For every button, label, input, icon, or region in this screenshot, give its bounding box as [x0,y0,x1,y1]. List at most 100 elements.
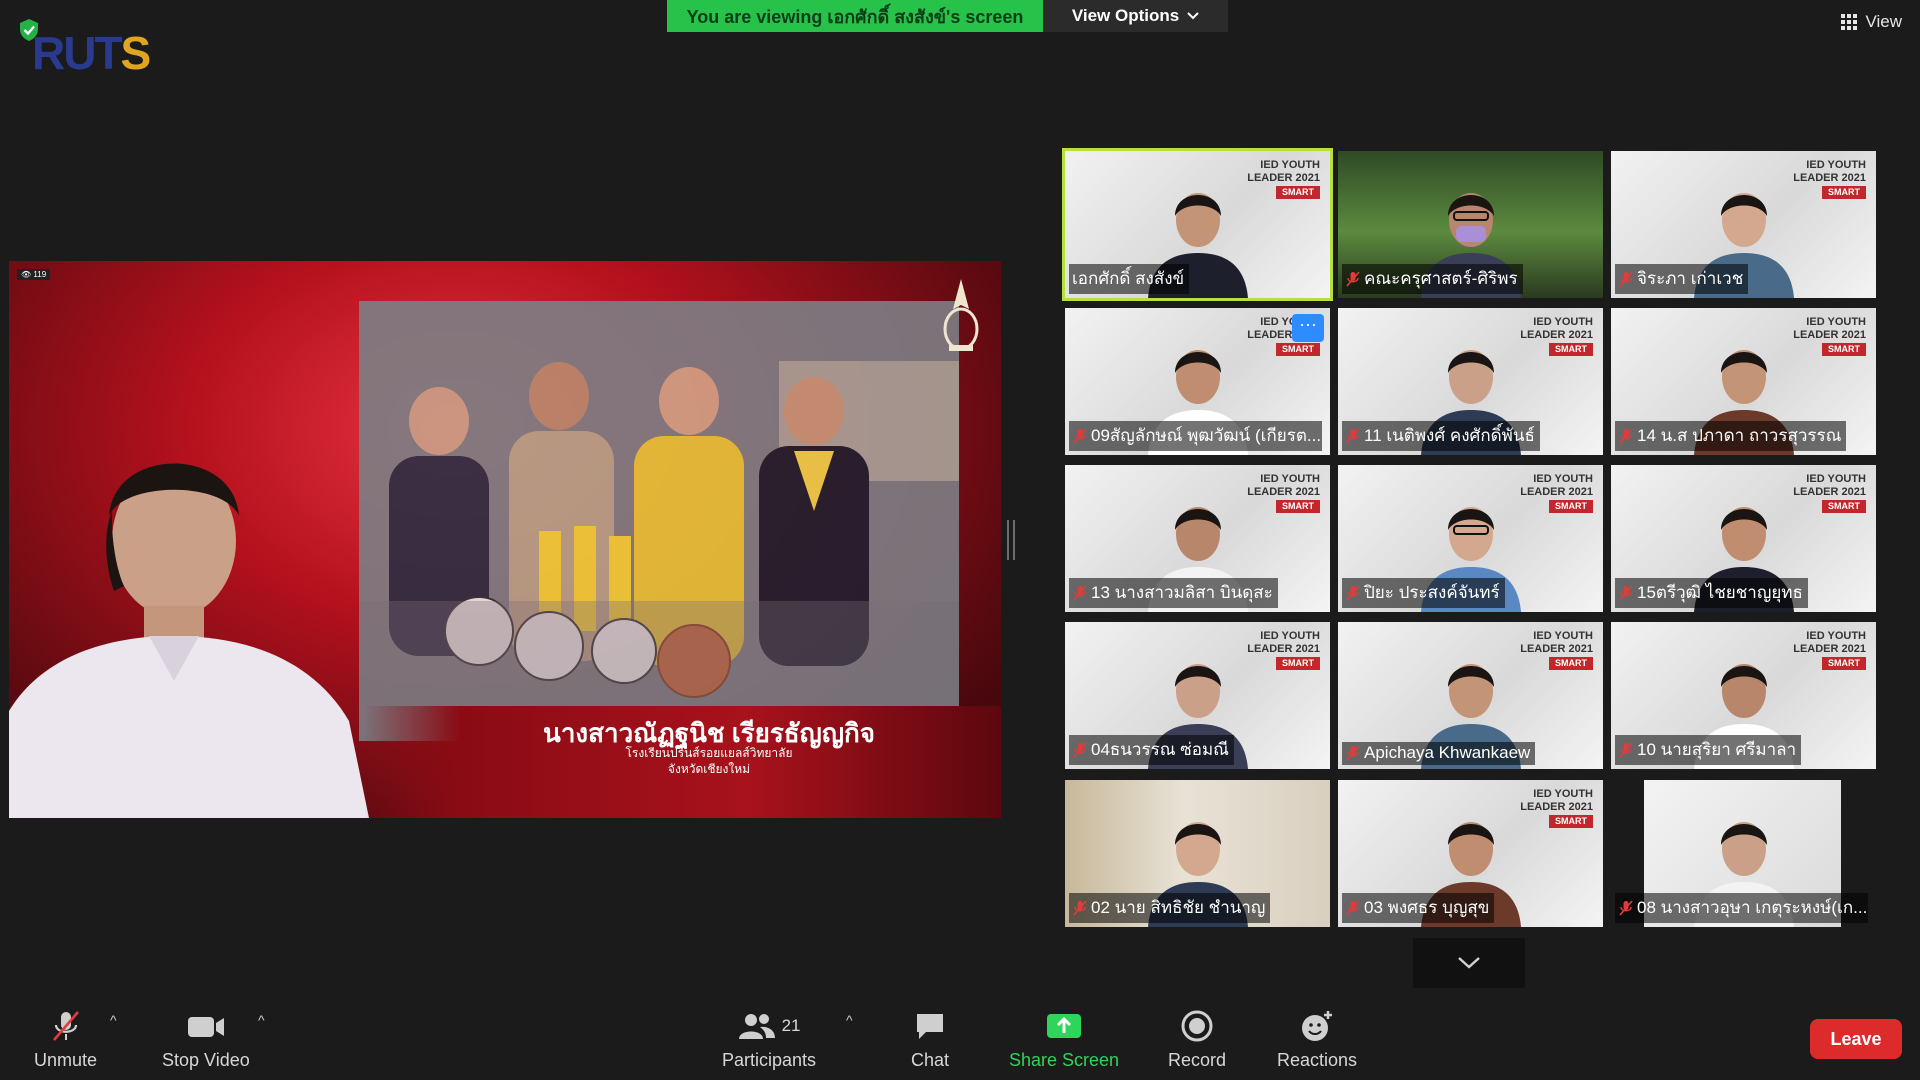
viewing-banner: You are viewing เอกศักดิ์ สงสังข์'s scre… [667,0,1043,32]
shared-screen: 👁 119 นางสาวณัฏฐนิช เรียรธัญญกิจ โรงเรีย… [9,261,1001,818]
participants-icon [738,1014,775,1039]
participant-tile[interactable]: คณะครุศาสตร์-ศิริพร [1338,151,1603,298]
microphone-muted-icon [1619,741,1633,758]
participant-tile[interactable]: IED YOUTH LEADER 2021 SMART เอกศักดิ์ สงสัง… [1062,148,1333,301]
microphone-muted-icon [1073,427,1087,444]
participant-tile[interactable]: 02 นาย สิทธิชัย ชำนาญ [1065,780,1330,927]
participant-name-label: 09สัญลักษณ์ พุฒวัฒน์ (เกียรต... [1069,421,1322,451]
audio-options-caret[interactable]: ^ [110,1012,117,1028]
participant-name: ปิยะ ประสงค์จันทร์ [1364,583,1500,602]
participant-name-label: จิระภา เก่าเวช [1615,264,1749,294]
view-options-label: View Options [1071,6,1180,25]
event-brand-smart: SMART [1276,186,1320,199]
microphone-muted-icon [1346,584,1360,601]
participants-button[interactable]: 21 Participants [722,1008,816,1071]
record-label: Record [1168,1050,1227,1070]
unmute-label: Unmute [34,1050,98,1070]
participant-tile[interactable]: IED YOUTH LEADER 2021 SMART 14 น.ส ปภาดา ถา… [1611,308,1876,455]
participant-name-label: 03 พงศธร บุญสุข [1342,893,1495,923]
microphone-muted-icon [1619,427,1633,444]
participants-count: 21 [781,1016,801,1035]
leave-button[interactable]: Leave [1810,1019,1902,1059]
participant-tile[interactable]: IED YOUTH LEADER 2021 SMART 11 เนติพงศ์ คงศ… [1338,308,1603,455]
participant-name-label: 11 เนติพงศ์ คงศักดิ์พันธ์ [1342,421,1540,451]
tile-more-options-button[interactable]: ··· [1292,314,1324,342]
microphone-muted-icon [1346,270,1360,287]
microphone-muted-icon [1073,741,1087,758]
share-screen-icon [1047,1014,1082,1038]
chat-label: Chat [911,1050,950,1070]
event-brand-smart: SMART [1549,500,1593,513]
view-layout-button[interactable]: View [1841,12,1902,32]
video-options-caret[interactable]: ^ [258,1012,265,1028]
microphone-muted-icon [1619,270,1633,287]
microphone-muted-icon [1346,745,1360,761]
participant-name-label: เอกศักดิ์ สงสังข์ [1069,264,1190,294]
participants-options-caret[interactable]: ^ [846,1012,853,1028]
presenter-school: โรงเรียนปรินส์รอยแยลส์วิทยาลัย [625,746,793,760]
logo-text-b: S [120,27,152,79]
participant-name-label: Apichaya Khwankaew [1342,742,1536,765]
participant-tile[interactable]: IED YOUTH LEADER 2021 SMART 13 นางสาวมลิสา … [1065,465,1330,612]
microphone-muted-icon [1346,899,1360,916]
participant-tile[interactable]: IED YOUTH LEADER 2021 SMART จิระภา เก่าเวช [1611,151,1876,298]
logo-text-a: RUT [32,27,123,79]
participant-tile[interactable]: IED YOUTH LEADER 2021 SMART 10 นายสุริยา ศร… [1611,622,1876,769]
gallery-scroll-down-button[interactable] [1413,938,1525,988]
event-brand-smart: SMART [1276,343,1320,356]
participant-name-label: 15ตรีวุฒิ ไชยชาญยุทธ [1615,578,1808,608]
participant-name: 04ธนวรรณ ซ่อมณี [1091,740,1229,759]
participant-name: 11 เนติพงศ์ คงศักดิ์พันธ์ [1364,426,1535,445]
microphone-muted-icon [52,1011,79,1041]
chat-button[interactable]: Chat [911,1008,949,1071]
presenter-video [9,463,369,818]
participant-name: 14 น.ส ปภาดา ถาวรสุวรรณ [1637,426,1842,445]
chat-bubble-icon [917,1014,944,1039]
event-brand-smart: SMART [1822,657,1866,670]
participant-name: 15ตรีวุฒิ ไชยชาญยุทธ [1637,583,1803,602]
participant-name: 13 นางสาวมลิสา บินดุสะ [1091,583,1273,602]
participant-tile[interactable]: IED YOUTH LEADER 2021 SMART ปิยะ ประสงค์จัน… [1338,465,1603,612]
reactions-button[interactable]: Reactions [1277,1008,1357,1071]
participant-name: 02 นาย สิทธิชัย ชำนาญ [1091,898,1266,917]
participant-tile[interactable]: IED YOUTH LEADER 2021 SMART 03 พงศธร บุญสุข [1338,780,1603,927]
participant-name: เอกศักดิ์ สงสังข์ [1072,269,1185,288]
reactions-label: Reactions [1277,1050,1358,1070]
share-screen-label: Share Screen [1009,1050,1120,1070]
participant-name-label: 10 นายสุริยา ศรีมาลา [1615,735,1802,765]
chevron-down-icon [1187,12,1199,20]
microphone-muted-icon [1619,899,1633,916]
record-button[interactable]: Record [1168,1008,1226,1071]
participant-tile[interactable]: IED YOUTH LEADER 2021 SMART 04ธนวรรณ ซ่อมณี [1065,622,1330,769]
participant-tile[interactable]: IED YOUTH LEADER 2021 SMART 15ตรีวุฒิ ไชยชา… [1611,465,1876,612]
participant-tile[interactable]: IED YOUTH LEADER 2021 SMART ··· 09สัญลักษณ์ … [1065,308,1330,455]
ruts-logo: RUTS [32,26,225,80]
share-screen-button[interactable]: Share Screen [1009,1008,1119,1071]
split-divider-handle[interactable] [1007,520,1015,560]
unmute-button[interactable]: Unmute [34,1008,97,1071]
award-photo [359,301,959,741]
participant-name-label: 14 น.ส ปภาดา ถาวรสุวรรณ [1615,421,1847,451]
participant-name: จิระภา เก่าเวช [1637,269,1744,288]
participants-label: Participants [722,1050,817,1070]
participant-tile[interactable]: IED YOUTH LEADER 2021 SMART Apichaya Khwank… [1338,622,1603,769]
view-options-button[interactable]: View Options [1043,0,1228,32]
event-brand-smart: SMART [1822,500,1866,513]
participant-name: 10 นายสุริยา ศรีมาลา [1637,740,1797,759]
presenter-province: จังหวัดเชียงใหม่ [667,762,751,776]
leave-label: Leave [1830,1028,1882,1049]
event-brand-smart: SMART [1549,343,1593,356]
participant-name: คณะครุศาสตร์-ศิริพร [1364,269,1518,288]
event-brand-smart: SMART [1276,500,1320,513]
microphone-muted-icon [1346,427,1360,444]
view-layout-label: View [1865,12,1902,31]
school-crest-icon [943,279,979,351]
participant-name-label: 13 นางสาวมลิสา บินดุสะ [1069,578,1278,608]
participant-name-label: ปิยะ ประสงค์จันทร์ [1342,578,1505,608]
stop-video-button[interactable]: Stop Video [162,1008,250,1071]
participant-tile[interactable]: 08 นางสาวอุษา เกตุระหงษ์(เก... [1611,780,1876,927]
microphone-muted-icon [1073,899,1087,916]
participant-name-label: 08 นางสาวอุษา เกตุระหงษ์(เก... [1615,893,1868,923]
grid-view-icon [1841,14,1858,30]
video-camera-icon [187,1017,224,1037]
